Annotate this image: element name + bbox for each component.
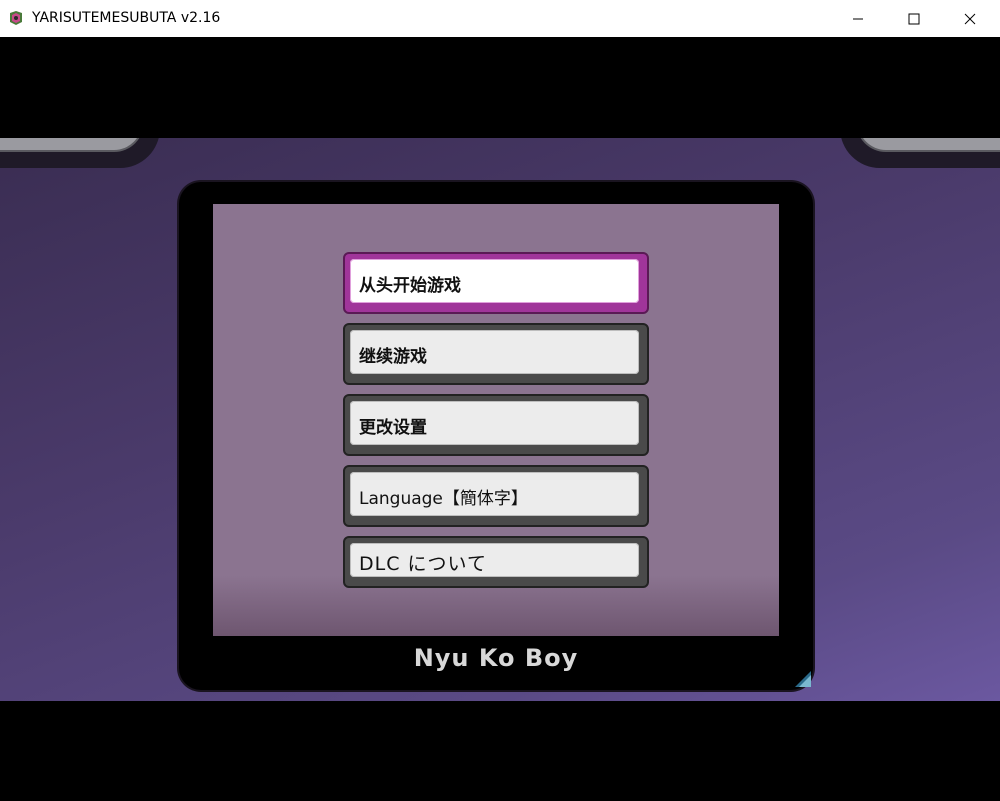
menu-item-label: Language【簡体字】 — [359, 488, 528, 509]
letterbox-bottom — [0, 701, 1000, 801]
minimize-icon — [853, 18, 863, 19]
maximize-icon — [908, 13, 920, 24]
maximize-button[interactable] — [886, 0, 942, 37]
menu-item-new-game[interactable]: 从头开始游戏 — [343, 252, 649, 314]
handheld-console-frame: 从头开始游戏 继续游戏 更改设置 Language【簡体字】 DLC について … — [179, 182, 813, 690]
letterbox-top — [0, 37, 1000, 138]
game-canvas: 从头开始游戏 继续游戏 更改设置 Language【簡体字】 DLC について … — [0, 37, 1000, 801]
title-bar: YARISUTEMESUBUTA v2.16 — [0, 0, 1000, 37]
shoulder-button-right — [840, 138, 1000, 168]
game-window: YARISUTEMESUBUTA v2.16 从头开始游戏 继续游戏 更改设置 … — [0, 0, 1000, 801]
menu-item-label: 继续游戏 — [359, 346, 427, 367]
dlc-corner-icon[interactable] — [795, 671, 811, 687]
close-icon — [964, 13, 976, 24]
close-button[interactable] — [942, 0, 998, 37]
shoulder-button-left — [0, 138, 160, 168]
menu-item-dlc[interactable]: DLC について — [343, 536, 649, 588]
menu-item-language[interactable]: Language【簡体字】 — [343, 465, 649, 527]
menu-item-settings[interactable]: 更改设置 — [343, 394, 649, 456]
minimize-button[interactable] — [830, 0, 886, 37]
console-screen: 从头开始游戏 继续游戏 更改设置 Language【簡体字】 DLC について — [213, 204, 779, 636]
pig-app-icon — [10, 11, 22, 25]
menu-item-label: 更改设置 — [359, 417, 427, 438]
shoulder-button-left-face — [0, 138, 144, 152]
menu-item-continue[interactable]: 继续游戏 — [343, 323, 649, 385]
menu-item-label: DLC について — [359, 552, 487, 575]
game-scene: 从头开始游戏 继续游戏 更改设置 Language【簡体字】 DLC について … — [0, 138, 1000, 701]
menu-item-label: 从头开始游戏 — [359, 275, 461, 296]
window-title: YARISUTEMESUBUTA v2.16 — [32, 10, 221, 26]
shoulder-button-right-face — [856, 138, 1000, 152]
main-menu: 从头开始游戏 继续游戏 更改设置 Language【簡体字】 DLC について — [343, 252, 649, 597]
console-brand-label: Nyu Ko Boy — [413, 644, 579, 672]
